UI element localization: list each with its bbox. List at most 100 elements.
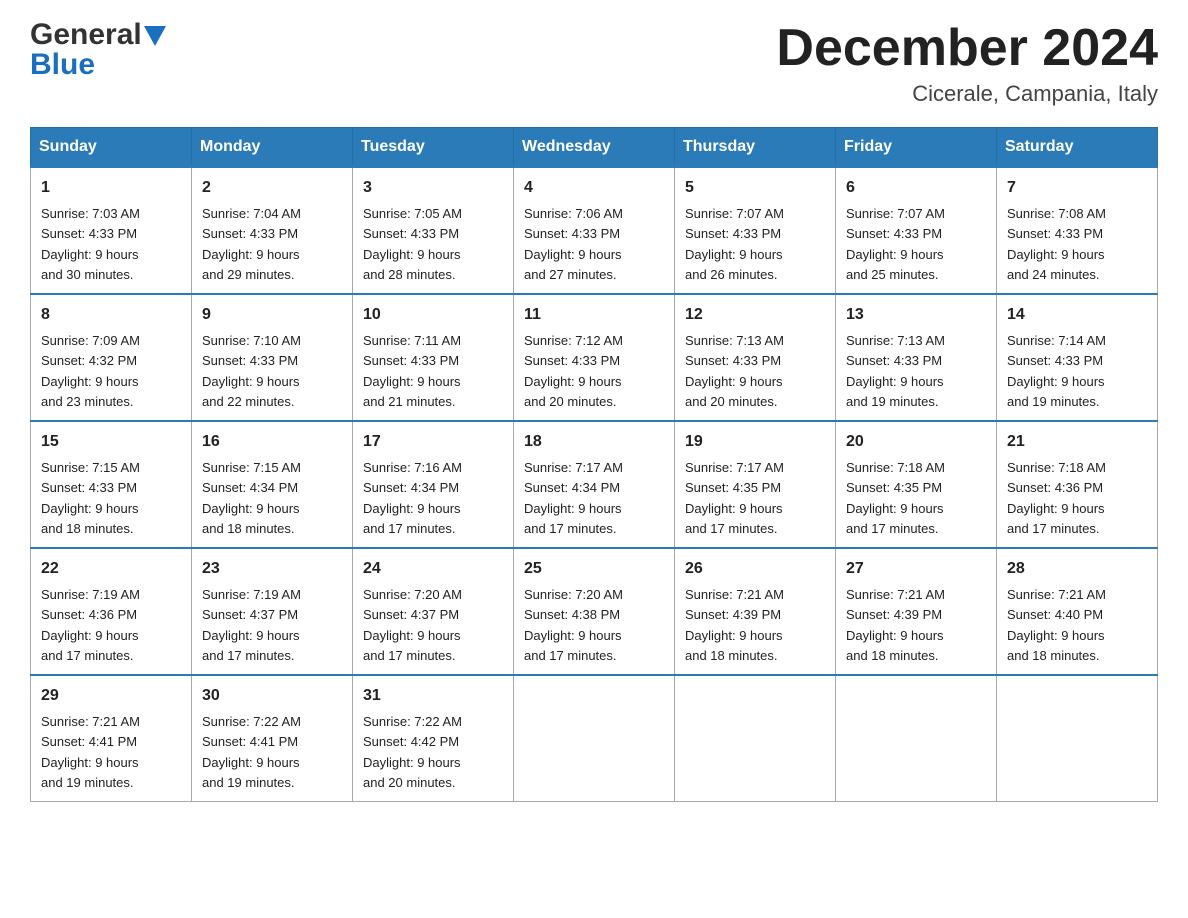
day-number: 11: [524, 303, 664, 327]
day-info: Sunrise: 7:07 AMSunset: 4:33 PMDaylight:…: [846, 206, 945, 282]
day-number: 8: [41, 303, 181, 327]
day-info: Sunrise: 7:11 AMSunset: 4:33 PMDaylight:…: [363, 333, 461, 409]
calendar-day-cell: [514, 675, 675, 802]
day-info: Sunrise: 7:17 AMSunset: 4:35 PMDaylight:…: [685, 460, 784, 536]
calendar-day-cell: 26 Sunrise: 7:21 AMSunset: 4:39 PMDaylig…: [675, 548, 836, 675]
calendar-day-cell: 7 Sunrise: 7:08 AMSunset: 4:33 PMDayligh…: [997, 167, 1158, 294]
day-info: Sunrise: 7:17 AMSunset: 4:34 PMDaylight:…: [524, 460, 623, 536]
calendar-day-cell: 23 Sunrise: 7:19 AMSunset: 4:37 PMDaylig…: [192, 548, 353, 675]
day-number: 23: [202, 557, 342, 581]
day-info: Sunrise: 7:15 AMSunset: 4:34 PMDaylight:…: [202, 460, 301, 536]
day-info: Sunrise: 7:13 AMSunset: 4:33 PMDaylight:…: [846, 333, 945, 409]
calendar-day-cell: 2 Sunrise: 7:04 AMSunset: 4:33 PMDayligh…: [192, 167, 353, 294]
calendar-day-cell: 21 Sunrise: 7:18 AMSunset: 4:36 PMDaylig…: [997, 421, 1158, 548]
day-number: 25: [524, 557, 664, 581]
calendar-day-cell: [836, 675, 997, 802]
logo-blue: Blue: [30, 48, 95, 81]
day-number: 9: [202, 303, 342, 327]
calendar-day-cell: [675, 675, 836, 802]
day-number: 22: [41, 557, 181, 581]
day-number: 31: [363, 684, 503, 708]
calendar-day-cell: 30 Sunrise: 7:22 AMSunset: 4:41 PMDaylig…: [192, 675, 353, 802]
calendar-day-cell: 16 Sunrise: 7:15 AMSunset: 4:34 PMDaylig…: [192, 421, 353, 548]
month-title: December 2024: [776, 20, 1158, 77]
day-number: 10: [363, 303, 503, 327]
calendar-day-cell: 19 Sunrise: 7:17 AMSunset: 4:35 PMDaylig…: [675, 421, 836, 548]
calendar-day-cell: 13 Sunrise: 7:13 AMSunset: 4:33 PMDaylig…: [836, 294, 997, 421]
day-info: Sunrise: 7:07 AMSunset: 4:33 PMDaylight:…: [685, 206, 784, 282]
day-info: Sunrise: 7:06 AMSunset: 4:33 PMDaylight:…: [524, 206, 623, 282]
day-number: 2: [202, 176, 342, 200]
day-info: Sunrise: 7:19 AMSunset: 4:37 PMDaylight:…: [202, 587, 301, 663]
calendar-day-cell: 15 Sunrise: 7:15 AMSunset: 4:33 PMDaylig…: [31, 421, 192, 548]
calendar-week-row: 29 Sunrise: 7:21 AMSunset: 4:41 PMDaylig…: [31, 675, 1158, 802]
calendar-day-cell: 18 Sunrise: 7:17 AMSunset: 4:34 PMDaylig…: [514, 421, 675, 548]
calendar-day-cell: 10 Sunrise: 7:11 AMSunset: 4:33 PMDaylig…: [353, 294, 514, 421]
calendar-day-cell: 9 Sunrise: 7:10 AMSunset: 4:33 PMDayligh…: [192, 294, 353, 421]
day-info: Sunrise: 7:03 AMSunset: 4:33 PMDaylight:…: [41, 206, 140, 282]
calendar-day-cell: 24 Sunrise: 7:20 AMSunset: 4:37 PMDaylig…: [353, 548, 514, 675]
calendar-col-header: Friday: [836, 128, 997, 168]
calendar-day-cell: [997, 675, 1158, 802]
logo-triangle-icon: [144, 26, 166, 48]
title-section: December 2024 Cicerale, Campania, Italy: [776, 20, 1158, 107]
calendar-col-header: Tuesday: [353, 128, 514, 168]
day-number: 13: [846, 303, 986, 327]
calendar-day-cell: 29 Sunrise: 7:21 AMSunset: 4:41 PMDaylig…: [31, 675, 192, 802]
day-info: Sunrise: 7:18 AMSunset: 4:36 PMDaylight:…: [1007, 460, 1106, 536]
calendar-day-cell: 25 Sunrise: 7:20 AMSunset: 4:38 PMDaylig…: [514, 548, 675, 675]
calendar-col-header: Sunday: [31, 128, 192, 168]
day-info: Sunrise: 7:18 AMSunset: 4:35 PMDaylight:…: [846, 460, 945, 536]
day-number: 24: [363, 557, 503, 581]
day-number: 1: [41, 176, 181, 200]
calendar-day-cell: 17 Sunrise: 7:16 AMSunset: 4:34 PMDaylig…: [353, 421, 514, 548]
day-number: 18: [524, 430, 664, 454]
day-info: Sunrise: 7:21 AMSunset: 4:39 PMDaylight:…: [685, 587, 784, 663]
day-info: Sunrise: 7:16 AMSunset: 4:34 PMDaylight:…: [363, 460, 462, 536]
day-number: 3: [363, 176, 503, 200]
day-number: 4: [524, 176, 664, 200]
logo: General Blue: [30, 20, 166, 82]
calendar-week-row: 15 Sunrise: 7:15 AMSunset: 4:33 PMDaylig…: [31, 421, 1158, 548]
day-number: 27: [846, 557, 986, 581]
day-info: Sunrise: 7:19 AMSunset: 4:36 PMDaylight:…: [41, 587, 140, 663]
calendar-day-cell: 4 Sunrise: 7:06 AMSunset: 4:33 PMDayligh…: [514, 167, 675, 294]
day-info: Sunrise: 7:14 AMSunset: 4:33 PMDaylight:…: [1007, 333, 1106, 409]
day-info: Sunrise: 7:21 AMSunset: 4:41 PMDaylight:…: [41, 714, 140, 790]
calendar-col-header: Thursday: [675, 128, 836, 168]
day-number: 16: [202, 430, 342, 454]
day-info: Sunrise: 7:22 AMSunset: 4:42 PMDaylight:…: [363, 714, 462, 790]
calendar-col-header: Monday: [192, 128, 353, 168]
day-info: Sunrise: 7:04 AMSunset: 4:33 PMDaylight:…: [202, 206, 301, 282]
calendar-day-cell: 8 Sunrise: 7:09 AMSunset: 4:32 PMDayligh…: [31, 294, 192, 421]
calendar-col-header: Saturday: [997, 128, 1158, 168]
day-number: 14: [1007, 303, 1147, 327]
calendar-day-cell: 6 Sunrise: 7:07 AMSunset: 4:33 PMDayligh…: [836, 167, 997, 294]
day-number: 7: [1007, 176, 1147, 200]
day-number: 17: [363, 430, 503, 454]
calendar-table: SundayMondayTuesdayWednesdayThursdayFrid…: [30, 127, 1158, 802]
day-number: 12: [685, 303, 825, 327]
calendar-day-cell: 11 Sunrise: 7:12 AMSunset: 4:33 PMDaylig…: [514, 294, 675, 421]
calendar-week-row: 8 Sunrise: 7:09 AMSunset: 4:32 PMDayligh…: [31, 294, 1158, 421]
day-info: Sunrise: 7:21 AMSunset: 4:40 PMDaylight:…: [1007, 587, 1106, 663]
calendar-week-row: 22 Sunrise: 7:19 AMSunset: 4:36 PMDaylig…: [31, 548, 1158, 675]
calendar-day-cell: 3 Sunrise: 7:05 AMSunset: 4:33 PMDayligh…: [353, 167, 514, 294]
day-number: 30: [202, 684, 342, 708]
calendar-day-cell: 1 Sunrise: 7:03 AMSunset: 4:33 PMDayligh…: [31, 167, 192, 294]
logo-general: General: [30, 20, 142, 50]
day-number: 5: [685, 176, 825, 200]
calendar-day-cell: 22 Sunrise: 7:19 AMSunset: 4:36 PMDaylig…: [31, 548, 192, 675]
day-info: Sunrise: 7:20 AMSunset: 4:38 PMDaylight:…: [524, 587, 623, 663]
day-info: Sunrise: 7:10 AMSunset: 4:33 PMDaylight:…: [202, 333, 301, 409]
day-number: 15: [41, 430, 181, 454]
calendar-day-cell: 31 Sunrise: 7:22 AMSunset: 4:42 PMDaylig…: [353, 675, 514, 802]
day-number: 6: [846, 176, 986, 200]
day-number: 28: [1007, 557, 1147, 581]
day-number: 26: [685, 557, 825, 581]
day-info: Sunrise: 7:20 AMSunset: 4:37 PMDaylight:…: [363, 587, 462, 663]
day-number: 21: [1007, 430, 1147, 454]
calendar-day-cell: 28 Sunrise: 7:21 AMSunset: 4:40 PMDaylig…: [997, 548, 1158, 675]
day-info: Sunrise: 7:21 AMSunset: 4:39 PMDaylight:…: [846, 587, 945, 663]
location-text: Cicerale, Campania, Italy: [776, 81, 1158, 107]
